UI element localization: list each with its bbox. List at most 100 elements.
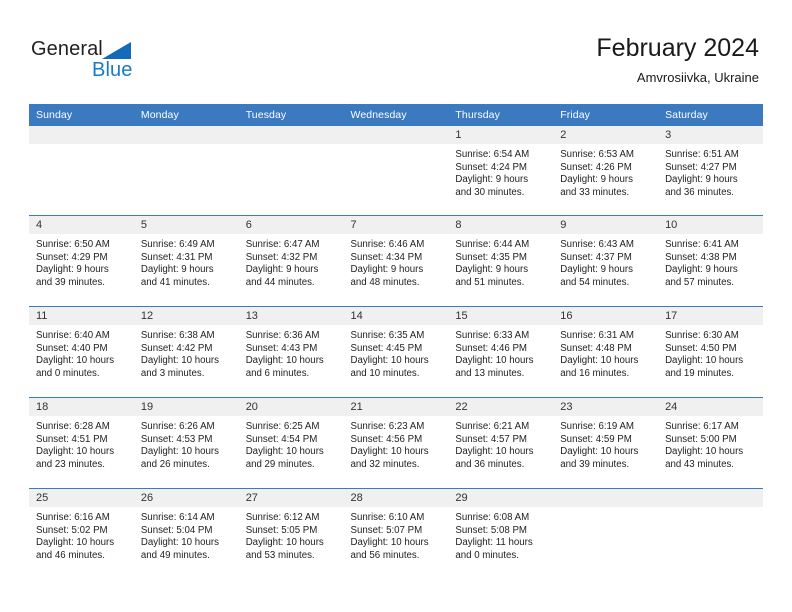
- daylight-text: Daylight: 10 hours: [560, 446, 639, 458]
- daylight-text: Daylight: 10 hours: [36, 355, 115, 367]
- sunset-text: Sunset: 5:02 PM: [36, 524, 108, 536]
- day-number: 29: [455, 492, 468, 504]
- calendar-day-cell[interactable]: 19 Sunrise: 6:26 AM Sunset: 4:53 PM Dayligh…: [133, 398, 239, 488]
- daylight-text: Daylight: 10 hours: [140, 446, 219, 458]
- triangle-icon: [102, 42, 131, 59]
- calendar-day-cell[interactable]: 28 Sunrise: 6:10 AM Sunset: 5:07 PM Dayligh…: [343, 489, 449, 579]
- calendar-day-cell[interactable]: 9 Sunrise: 6:43 AM Sunset: 4:37 PM Daylight…: [553, 216, 659, 306]
- calendar-day-cell[interactable]: 7 Sunrise: 6:46 AM Sunset: 4:34 PM Daylight…: [343, 216, 449, 306]
- sunrise-text: Sunrise: 6:26 AM: [140, 421, 215, 432]
- sunrise-text: Sunrise: 6:33 AM: [455, 330, 530, 341]
- daylight-text: Daylight: 10 hours: [665, 446, 744, 458]
- daylight-text: Daylight: 10 hours: [455, 446, 534, 458]
- daylight-text: Daylight: 9 hours: [455, 174, 529, 186]
- day-number: 20: [245, 401, 258, 413]
- calendar-day-cell[interactable]: 4 Sunrise: 6:50 AM Sunset: 4:29 PM Daylight…: [29, 216, 134, 306]
- daylight-text: Daylight: 9 hours: [350, 264, 424, 276]
- calendar-day-cell[interactable]: 15 Sunrise: 6:33 AM Sunset: 4:46 PM Dayligh…: [448, 307, 554, 397]
- calendar-day-cell[interactable]: 16 Sunrise: 6:31 AM Sunset: 4:48 PM Dayligh…: [553, 307, 659, 397]
- daylight-text: Daylight: 10 hours: [245, 537, 324, 549]
- calendar-day-cell[interactable]: 8 Sunrise: 6:44 AM Sunset: 4:35 PM Daylight…: [448, 216, 554, 306]
- calendar-cell-empty: [238, 126, 344, 215]
- day-details: Sunrise: 6:46 AM Sunset: 4:34 PM Daylight:…: [344, 234, 449, 289]
- day-details: [553, 507, 658, 512]
- day-number-band: 17: [658, 307, 763, 325]
- calendar-day-cell[interactable]: 24 Sunrise: 6:17 AM Sunset: 5:00 PM Dayligh…: [658, 398, 763, 488]
- calendar-day-cell[interactable]: 20 Sunrise: 6:25 AM Sunset: 4:54 PM Dayligh…: [238, 398, 344, 488]
- day-number-band: [553, 489, 659, 507]
- day-number: [553, 489, 658, 492]
- day-number: 3: [665, 129, 672, 141]
- calendar-day-cell[interactable]: 1 Sunrise: 6:54 AM Sunset: 4:24 PM Daylight…: [448, 126, 554, 215]
- daylight-text: and 49 minutes.: [140, 549, 210, 561]
- calendar-day-cell[interactable]: 10 Sunrise: 6:41 AM Sunset: 4:38 PM Dayligh…: [658, 216, 763, 306]
- calendar-day-cell[interactable]: 3 Sunrise: 6:51 AM Sunset: 4:27 PM Daylight…: [658, 126, 763, 215]
- day-number: 18: [36, 401, 49, 413]
- calendar-day-cell[interactable]: 27 Sunrise: 6:12 AM Sunset: 5:05 PM Dayligh…: [238, 489, 344, 579]
- daylight-text: Daylight: 10 hours: [455, 355, 534, 367]
- calendar-day-cell[interactable]: 13 Sunrise: 6:36 AM Sunset: 4:43 PM Dayligh…: [238, 307, 344, 397]
- daylight-text: and 36 minutes.: [665, 186, 734, 198]
- sunset-text: Sunset: 4:54 PM: [245, 433, 318, 445]
- sunrise-text: Sunrise: 6:28 AM: [36, 421, 110, 432]
- calendar-day-cell[interactable]: 23 Sunrise: 6:19 AM Sunset: 4:59 PM Dayligh…: [553, 398, 659, 488]
- sunrise-text: Sunrise: 6:16 AM: [36, 512, 110, 523]
- weekday-header-thursday: Thursday: [448, 104, 554, 126]
- sunrise-text: Sunrise: 6:21 AM: [455, 421, 530, 432]
- day-details: Sunrise: 6:50 AM Sunset: 4:29 PM Daylight:…: [29, 234, 134, 289]
- day-details: Sunrise: 6:38 AM Sunset: 4:42 PM Daylight:…: [134, 325, 239, 380]
- day-number: 13: [245, 310, 258, 322]
- calendar-day-cell[interactable]: 14 Sunrise: 6:35 AM Sunset: 4:45 PM Dayligh…: [343, 307, 449, 397]
- day-details: Sunrise: 6:17 AM Sunset: 5:00 PM Daylight:…: [658, 416, 763, 471]
- calendar-day-cell[interactable]: 26 Sunrise: 6:14 AM Sunset: 5:04 PM Dayligh…: [133, 489, 239, 579]
- daylight-text: and 0 minutes.: [455, 549, 519, 561]
- calendar-day-cell[interactable]: 12 Sunrise: 6:38 AM Sunset: 4:42 PM Dayligh…: [133, 307, 239, 397]
- daylight-text: Daylight: 10 hours: [560, 355, 639, 367]
- sunrise-text: Sunrise: 6:41 AM: [665, 239, 739, 250]
- daylight-text: Daylight: 10 hours: [350, 355, 429, 367]
- sunrise-text: Sunrise: 6:30 AM: [665, 330, 739, 341]
- day-number-band: 19: [133, 398, 239, 416]
- sunset-text: Sunset: 4:48 PM: [560, 342, 632, 354]
- sunrise-text: Sunrise: 6:51 AM: [665, 149, 739, 160]
- calendar-day-cell[interactable]: 11 Sunrise: 6:40 AM Sunset: 4:40 PM Dayligh…: [29, 307, 134, 397]
- day-number-band: 5: [133, 216, 239, 234]
- day-details: Sunrise: 6:26 AM Sunset: 4:53 PM Daylight:…: [134, 416, 239, 471]
- day-number-band: 26: [133, 489, 239, 507]
- sunset-text: Sunset: 4:24 PM: [455, 161, 527, 173]
- daylight-text: Daylight: 9 hours: [245, 264, 319, 276]
- sunrise-text: Sunrise: 6:47 AM: [245, 239, 320, 250]
- day-number: [239, 126, 344, 129]
- calendar-day-cell[interactable]: 17 Sunrise: 6:30 AM Sunset: 4:50 PM Dayligh…: [658, 307, 763, 397]
- daylight-text: and 16 minutes.: [560, 367, 630, 379]
- calendar-body: 1 Sunrise: 6:54 AM Sunset: 4:24 PM Daylight…: [29, 126, 763, 579]
- calendar-week-row: 11 Sunrise: 6:40 AM Sunset: 4:40 PM Dayligh…: [29, 307, 763, 397]
- day-number: [29, 126, 134, 129]
- daylight-text: and 39 minutes.: [36, 276, 105, 288]
- calendar-day-cell[interactable]: 2 Sunrise: 6:53 AM Sunset: 4:26 PM Daylight…: [553, 126, 659, 215]
- calendar-day-cell[interactable]: 22 Sunrise: 6:21 AM Sunset: 4:57 PM Dayligh…: [448, 398, 554, 488]
- calendar-day-cell[interactable]: 21 Sunrise: 6:23 AM Sunset: 4:56 PM Dayligh…: [343, 398, 449, 488]
- daylight-text: and 33 minutes.: [560, 186, 630, 198]
- calendar-day-cell[interactable]: 25 Sunrise: 6:16 AM Sunset: 5:02 PM Dayligh…: [29, 489, 134, 579]
- calendar-day-cell[interactable]: 6 Sunrise: 6:47 AM Sunset: 4:32 PM Daylight…: [238, 216, 344, 306]
- daylight-text: Daylight: 10 hours: [245, 355, 324, 367]
- day-details: Sunrise: 6:40 AM Sunset: 4:40 PM Daylight:…: [29, 325, 134, 380]
- general-blue-logo[interactable]: General Blue: [31, 38, 221, 86]
- calendar-day-cell[interactable]: 5 Sunrise: 6:49 AM Sunset: 4:31 PM Daylight…: [133, 216, 239, 306]
- weekday-header-saturday: Saturday: [658, 104, 763, 126]
- calendar-day-cell[interactable]: 18 Sunrise: 6:28 AM Sunset: 4:51 PM Dayligh…: [29, 398, 134, 488]
- calendar-day-cell[interactable]: 29 Sunrise: 6:08 AM Sunset: 5:08 PM Dayligh…: [448, 489, 554, 579]
- day-details: Sunrise: 6:35 AM Sunset: 4:45 PM Daylight:…: [344, 325, 449, 380]
- location-subtitle: Amvrosiivka, Ukraine: [636, 70, 759, 85]
- day-details: [29, 144, 134, 149]
- sunset-text: Sunset: 4:51 PM: [36, 433, 108, 445]
- calendar-cell-empty: [658, 489, 763, 579]
- day-details: [344, 144, 449, 149]
- sunset-text: Sunset: 4:46 PM: [455, 342, 527, 354]
- sunrise-text: Sunrise: 6:08 AM: [455, 512, 530, 523]
- daylight-text: Daylight: 10 hours: [245, 446, 324, 458]
- day-details: Sunrise: 6:43 AM Sunset: 4:37 PM Daylight:…: [553, 234, 658, 289]
- daylight-text: Daylight: 10 hours: [36, 446, 115, 458]
- day-number-band: 6: [238, 216, 344, 234]
